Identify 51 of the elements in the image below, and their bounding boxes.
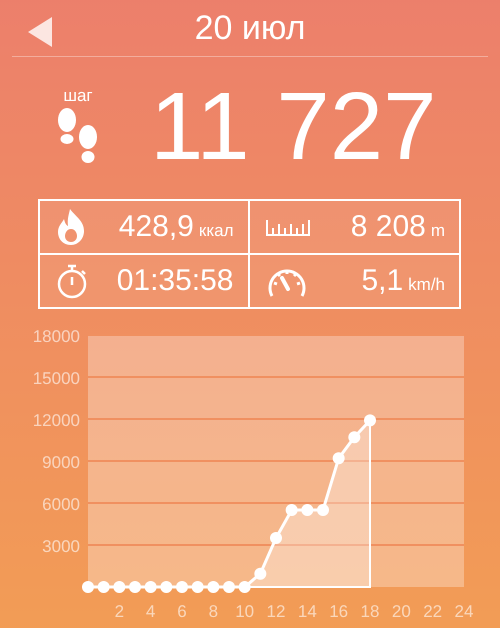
axis-label: 6000 <box>42 495 80 514</box>
unit-label: ккал <box>198 221 234 241</box>
unit-label: km/h <box>408 275 445 295</box>
data-point <box>129 581 141 593</box>
step-count: 11 727 <box>150 79 436 175</box>
data-point <box>254 568 266 580</box>
stopwatch-icon <box>56 263 88 299</box>
unit-label: m <box>430 221 445 241</box>
axis-label: 24 <box>454 602 474 621</box>
data-point <box>348 431 360 444</box>
axis-label: 4 <box>146 602 156 621</box>
axis-label: 16 <box>329 602 348 621</box>
data-point <box>82 581 94 593</box>
axis-label: 22 <box>423 602 442 621</box>
stat-value: 5,1 <box>361 264 404 298</box>
axis-label: 15000 <box>32 369 80 388</box>
data-point <box>332 452 345 464</box>
axis-label: 18 <box>360 602 380 621</box>
axis-label: 3000 <box>42 537 80 556</box>
axis-label: 20 <box>392 602 411 621</box>
data-point <box>238 581 251 593</box>
data-point <box>223 581 235 593</box>
axis-label: 2 <box>114 602 124 621</box>
data-point <box>113 581 126 593</box>
stat-value: 428,9 <box>118 210 194 244</box>
steps-label: шаг <box>63 86 93 106</box>
data-point <box>192 581 204 593</box>
data-point <box>98 581 110 593</box>
back-icon[interactable] <box>28 17 52 47</box>
data-point <box>207 581 220 593</box>
axis-label: 12000 <box>32 411 80 430</box>
data-point <box>270 532 282 544</box>
ruler-icon <box>266 218 310 236</box>
data-point <box>301 504 314 516</box>
flame-icon <box>56 209 86 245</box>
data-point <box>160 581 172 593</box>
axis-label: 8 <box>208 602 218 621</box>
data-point <box>144 581 157 593</box>
axis-label: 10 <box>235 602 254 621</box>
stat-value: 8 208 <box>350 210 426 244</box>
data-point <box>317 504 329 516</box>
data-point <box>176 581 188 593</box>
axis-label: 12 <box>266 602 286 621</box>
axis-label: 6 <box>177 602 187 621</box>
date-title: 20 июл <box>194 8 306 48</box>
stat-value: 01:35:58 <box>116 264 234 298</box>
axis-label: 14 <box>298 602 317 621</box>
data-point <box>286 504 298 516</box>
axis-label: 18000 <box>32 327 80 346</box>
axis-label: 9000 <box>42 453 80 472</box>
data-point <box>364 414 376 426</box>
